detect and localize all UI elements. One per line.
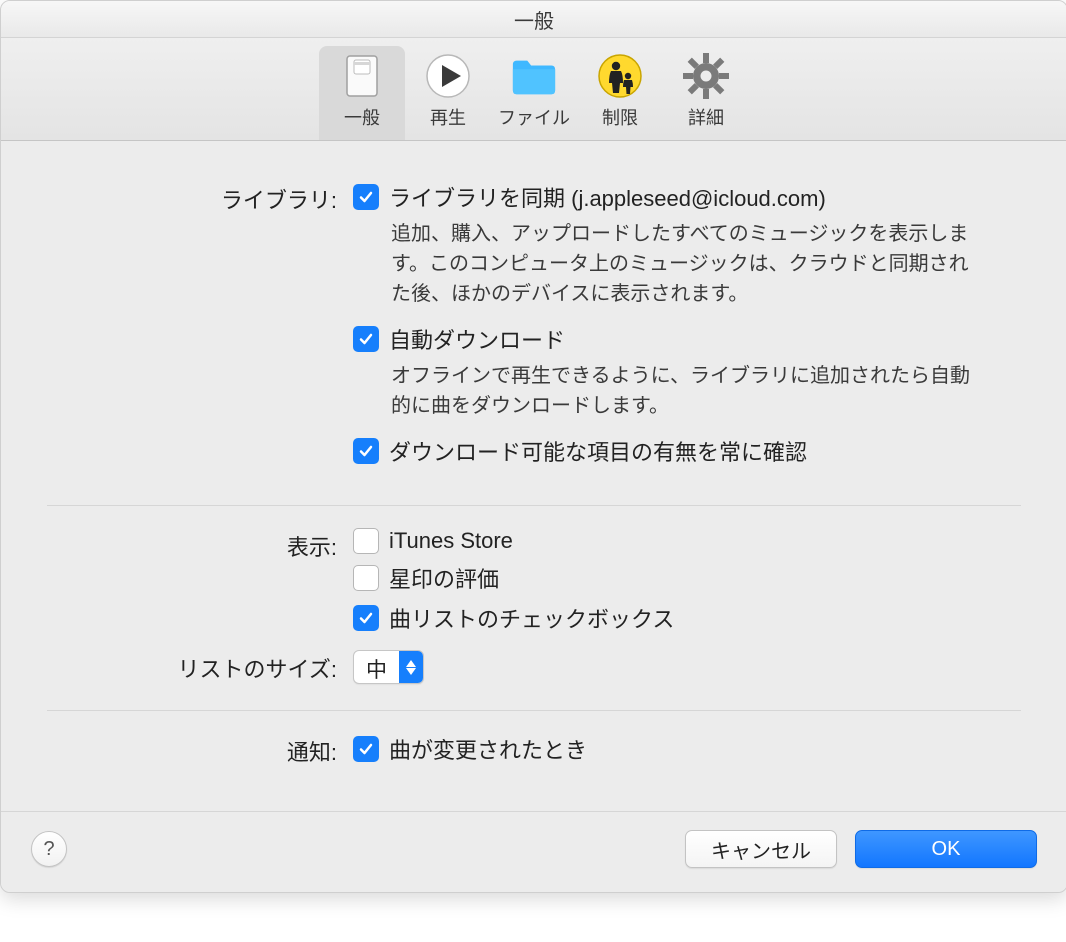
parental-icon — [596, 52, 644, 100]
song-changed-checkbox[interactable] — [353, 736, 379, 762]
section-display: 表示: iTunes Store 星印の評価 — [47, 505, 1021, 698]
auto-download-label: 自動ダウンロード — [389, 323, 565, 355]
star-ratings-label: 星印の評価 — [389, 562, 499, 594]
section-notifications: 通知: 曲が変更されたとき — [47, 710, 1021, 791]
tab-label: 再生 — [430, 104, 466, 130]
auto-download-desc: オフラインで再生できるように、ライブラリに追加されたら自動的に曲をダウンロードし… — [391, 361, 971, 421]
display-label: 表示: — [47, 528, 353, 562]
auto-download-checkbox[interactable] — [353, 326, 379, 352]
tab-general[interactable]: 一般 — [319, 46, 405, 140]
check-downloads-checkbox[interactable] — [353, 438, 379, 464]
preferences-content: ライブラリ: ライブラリを同期 (j.appleseed@icloud.com)… — [1, 141, 1066, 811]
gear-icon — [682, 52, 730, 100]
tab-advanced[interactable]: 詳細 — [663, 46, 749, 140]
star-ratings-checkbox[interactable] — [353, 565, 379, 591]
itunes-store-label: iTunes Store — [389, 528, 513, 554]
folder-icon — [510, 52, 558, 100]
preferences-toolbar: 一般 再生 ファイル — [1, 38, 1066, 141]
cancel-button[interactable]: キャンセル — [685, 830, 837, 868]
tab-label: 詳細 — [688, 104, 724, 130]
tab-files[interactable]: ファイル — [491, 46, 577, 140]
tab-label: 制限 — [602, 104, 638, 130]
tab-label: ファイル — [498, 104, 570, 130]
library-label: ライブラリ: — [47, 181, 353, 215]
tab-playback[interactable]: 再生 — [405, 46, 491, 140]
itunes-store-checkbox[interactable] — [353, 528, 379, 554]
tab-label: 一般 — [344, 104, 380, 130]
play-icon — [424, 52, 472, 100]
ok-button[interactable]: OK — [855, 830, 1037, 868]
list-size-label: リストのサイズ: — [47, 650, 353, 684]
sync-library-label: ライブラリを同期 (j.appleseed@icloud.com) — [389, 181, 826, 213]
song-changed-label: 曲が変更されたとき — [389, 733, 587, 765]
sync-library-desc: 追加、購入、アップロードしたすべてのミュージックを表示します。このコンピュータ上… — [391, 219, 971, 309]
notifications-label: 通知: — [47, 733, 353, 767]
list-size-value: 中 — [354, 651, 399, 683]
section-library: ライブラリ: ライブラリを同期 (j.appleseed@icloud.com)… — [47, 171, 1021, 493]
preferences-footer: ? キャンセル OK — [1, 811, 1066, 892]
tab-restrictions[interactable]: 制限 — [577, 46, 663, 140]
window-title: 一般 — [1, 1, 1066, 38]
list-size-select[interactable]: 中 — [353, 650, 424, 684]
sync-library-checkbox[interactable] — [353, 184, 379, 210]
help-button[interactable]: ? — [31, 831, 67, 867]
check-downloads-label: ダウンロード可能な項目の有無を常に確認 — [389, 435, 807, 467]
preferences-window: 一般 一般 再生 — [0, 0, 1066, 893]
song-checkboxes-checkbox[interactable] — [353, 605, 379, 631]
stepper-arrows-icon — [399, 651, 423, 683]
switch-icon — [338, 52, 386, 100]
song-checkboxes-label: 曲リストのチェックボックス — [389, 602, 674, 634]
